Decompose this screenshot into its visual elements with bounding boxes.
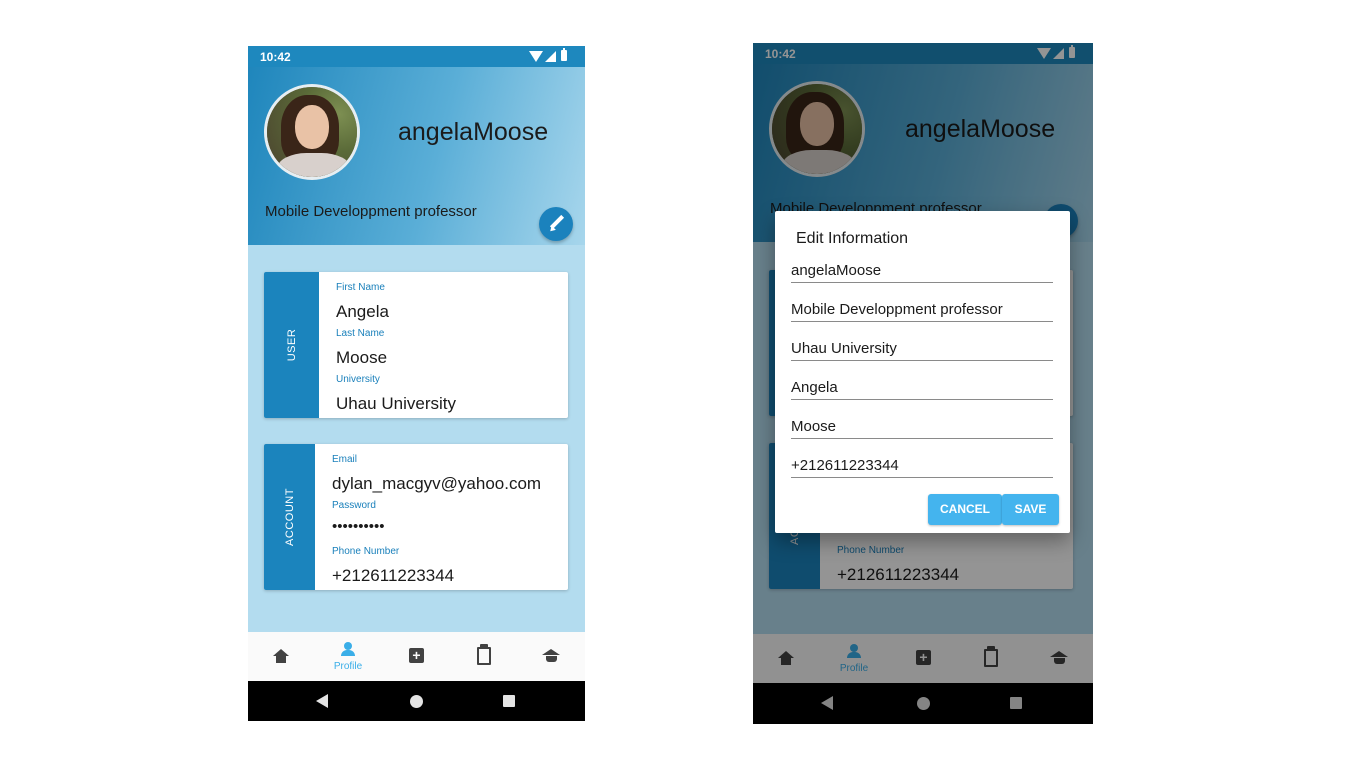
account-section-tab: ACCOUNT — [264, 444, 315, 590]
bio-field[interactable] — [791, 299, 1053, 322]
last-name-label: Last Name — [336, 328, 385, 339]
status-icons — [529, 48, 573, 63]
recents-icon[interactable] — [503, 695, 515, 707]
university-value: Uhau University — [336, 394, 456, 413]
user-section-tab: USER — [264, 272, 319, 418]
phone-number-input[interactable] — [791, 455, 1053, 475]
university-label: University — [336, 374, 380, 385]
email-value: dylan_macgyv@yahoo.com — [332, 474, 542, 493]
last-name-input[interactable] — [791, 416, 1053, 436]
cancel-button[interactable]: CANCEL — [928, 494, 1002, 525]
person-icon — [344, 642, 352, 650]
university-field[interactable] — [791, 338, 1053, 361]
profile-screen: 10:42 angelaMoose Mobile Developpment pr… — [248, 46, 585, 721]
edit-information-dialog: Edit Information CANCEL SAVE — [775, 211, 1070, 533]
email-label: Email — [332, 454, 358, 465]
password-value: •••••••••• — [332, 518, 385, 535]
username-field[interactable] — [791, 260, 1053, 283]
dialog-title: Edit Information — [796, 230, 909, 247]
last-name-value: Moose — [336, 348, 388, 367]
phone-number-label: Phone Number — [332, 546, 400, 557]
save-button[interactable]: SAVE — [1002, 494, 1059, 525]
user-info-card: USER First Name Angela Last Name Moose U… — [264, 272, 568, 418]
last-name-field[interactable] — [791, 416, 1053, 439]
account-section-label: ACCOUNT — [283, 488, 296, 546]
university-input[interactable] — [791, 338, 1053, 358]
school-icon — [542, 649, 560, 655]
nav-profile-label: Profile — [333, 661, 363, 672]
android-system-nav — [248, 681, 585, 721]
nav-home[interactable] — [261, 632, 301, 681]
avatar — [264, 84, 360, 180]
signal-icon — [545, 51, 556, 62]
user-section-label: USER — [285, 328, 298, 362]
first-name-label: First Name — [336, 282, 385, 293]
phone-number-field[interactable] — [791, 455, 1053, 478]
nav-add[interactable]: + — [396, 632, 436, 681]
home-circle-icon[interactable] — [410, 695, 423, 708]
profile-username: angelaMoose — [398, 118, 549, 146]
bottom-navigation: Profile + — [248, 632, 585, 681]
nav-profile[interactable]: Profile — [328, 632, 368, 681]
back-icon[interactable] — [316, 694, 328, 708]
nav-school[interactable] — [531, 632, 571, 681]
edit-profile-button[interactable] — [539, 207, 573, 241]
phone-number-value: +212611223344 — [332, 566, 455, 585]
profile-bio: Mobile Developpment professor — [265, 203, 477, 220]
profile-screen-edit: 10:42 angelaMoose Mobile Developpment pr… — [753, 43, 1093, 724]
account-info-card: ACCOUNT Email dylan_macgyv@yahoo.com Pas… — [264, 444, 568, 590]
password-label: Password — [332, 500, 376, 511]
profile-header: angelaMoose Mobile Developpment professo… — [248, 67, 585, 245]
nav-clipboard[interactable] — [463, 632, 503, 681]
first-name-input[interactable] — [791, 377, 1053, 397]
battery-icon — [561, 48, 567, 61]
first-name-value: Angela — [336, 302, 389, 321]
status-time: 10:42 — [260, 50, 291, 64]
home-icon — [273, 649, 289, 656]
wifi-icon — [529, 51, 543, 62]
username-input[interactable] — [791, 260, 1053, 280]
add-box-icon: + — [409, 648, 424, 663]
first-name-field[interactable] — [791, 377, 1053, 400]
status-bar: 10:42 — [248, 46, 585, 67]
clipboard-icon — [477, 647, 491, 665]
bio-input[interactable] — [791, 299, 1053, 319]
